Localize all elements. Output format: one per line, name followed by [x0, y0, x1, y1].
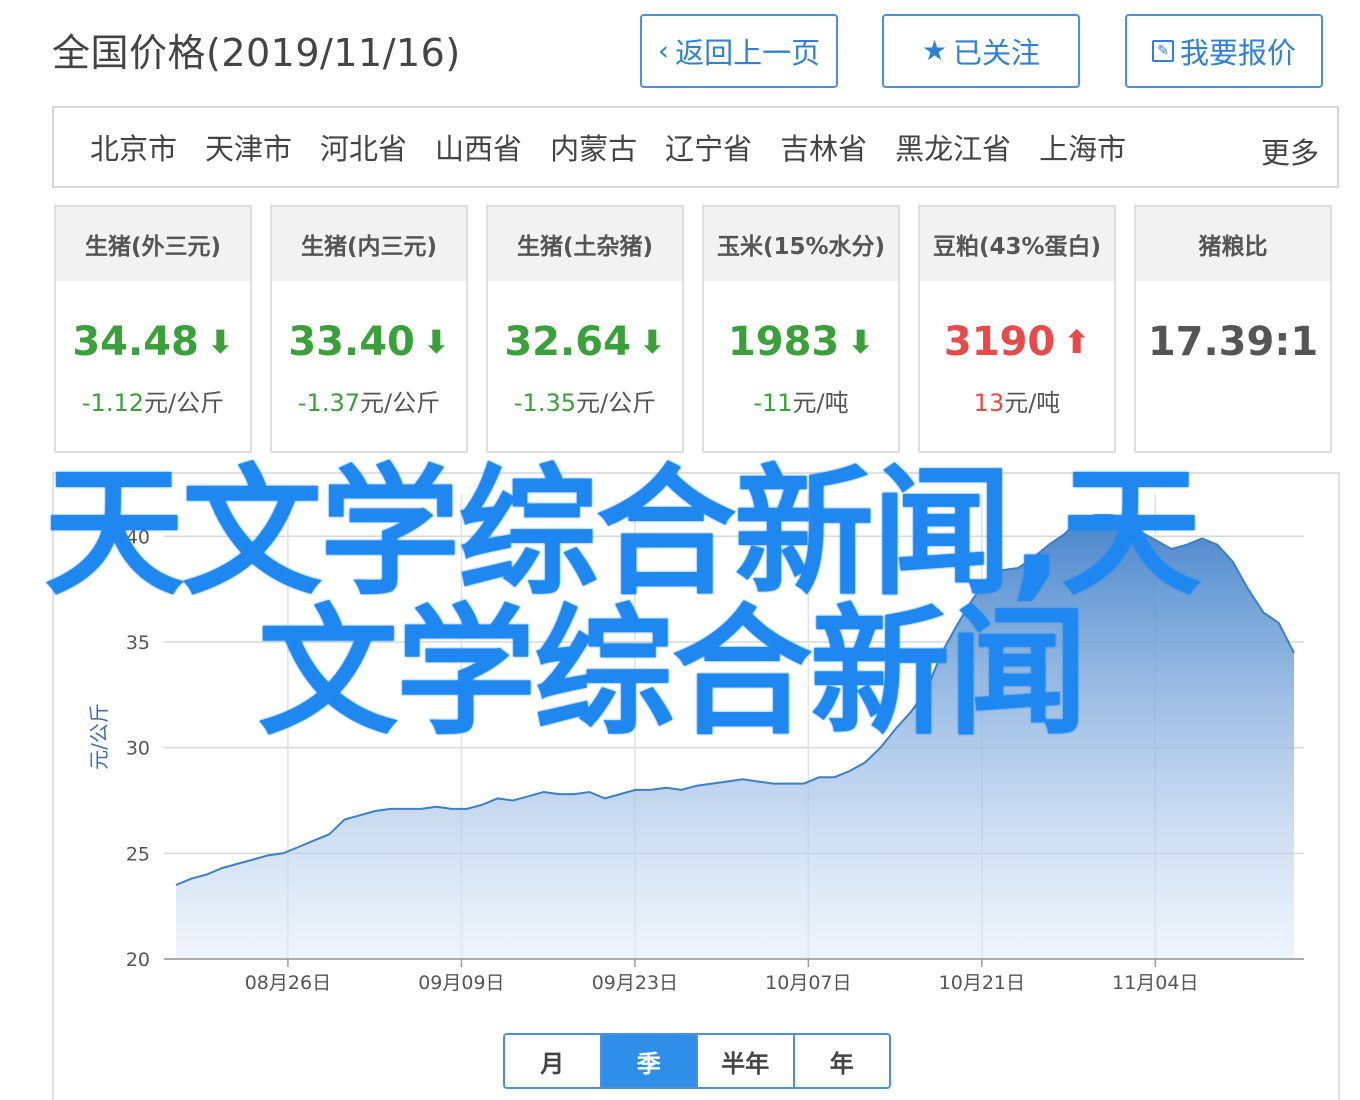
page-title: 全国价格(2019/11/16)	[52, 31, 461, 75]
card-price: 33.40 ⬇	[288, 319, 450, 365]
period-selector: 月 季 半年 年	[503, 1033, 891, 1089]
period-month-button[interactable]: 月	[505, 1035, 602, 1087]
region-item-liaoning[interactable]: 辽宁省	[665, 126, 752, 168]
region-item-shanxi[interactable]: 山西省	[435, 126, 522, 168]
region-item-shanghai[interactable]: 上海市	[1039, 126, 1126, 168]
price-card-pig-outer[interactable]: 生猪(外三元) 34.48 ⬇ -1.12元/公斤	[54, 205, 252, 453]
report-price-button[interactable]: ✎ 我要报价	[1125, 14, 1323, 88]
card-title: 生猪(外三元)	[56, 207, 250, 281]
price-area-chart: 20 25 30 35 40 08月26日 09月09日 09月23日 10月07日 10月21日…	[87, 494, 1304, 994]
y-axis-label: 元/公斤	[87, 703, 111, 770]
region-item-beijing[interactable]: 北京市	[90, 126, 177, 168]
region-nav: 北京市 天津市 河北省 山西省 内蒙古 辽宁省 吉林省 黑龙江省 上海市 更多	[52, 106, 1339, 188]
card-price: 34.48 ⬇	[72, 319, 234, 365]
card-change: -1.37元/公斤	[297, 389, 441, 417]
star-icon: ★	[921, 34, 948, 67]
card-change: 13元/吨	[973, 389, 1061, 417]
x-tick-label: 08月26日	[245, 972, 331, 994]
y-tick-label: 40	[126, 526, 150, 548]
x-tick-label: 09月23日	[592, 972, 678, 994]
price-chart-panel: 20 25 30 35 40 08月26日 09月09日 09月23日 10月07日 10月21日…	[52, 472, 1340, 1100]
y-tick-label: 30	[126, 738, 150, 760]
chevron-left-icon: ‹	[657, 34, 670, 67]
region-item-hebei[interactable]: 河北省	[320, 126, 407, 168]
x-tick-label: 10月07日	[765, 972, 851, 994]
region-more-link[interactable]: 更多	[1261, 130, 1319, 172]
region-item-tianjin[interactable]: 天津市	[205, 126, 292, 168]
region-item-heilongjiang[interactable]: 黑龙江省	[895, 126, 1011, 168]
card-price: 1983 ⬇	[727, 319, 875, 365]
price-card-soymeal[interactable]: 豆粕(43%蛋白) 3190 ⬆ 13元/吨	[918, 205, 1116, 453]
card-price: 17.39:1	[1147, 319, 1319, 365]
card-title: 猪粮比	[1136, 207, 1330, 281]
card-title: 豆粕(43%蛋白)	[920, 207, 1114, 281]
back-button[interactable]: ‹ 返回上一页	[640, 14, 838, 88]
arrow-down-icon: ⬇	[206, 323, 234, 361]
arrow-down-icon: ⬇	[422, 323, 450, 361]
period-year-button[interactable]: 年	[795, 1035, 890, 1087]
period-halfyear-button[interactable]: 半年	[698, 1035, 795, 1087]
x-tick-label: 10月21日	[939, 972, 1025, 994]
price-card-pig-mixed[interactable]: 生猪(土杂猪) 32.64 ⬇ -1.35元/公斤	[486, 205, 684, 453]
price-card-corn[interactable]: 玉米(15%水分) 1983 ⬇ -11元/吨	[702, 205, 900, 453]
x-tick-label: 11月04日	[1112, 972, 1198, 994]
card-title: 生猪(土杂猪)	[488, 207, 682, 281]
card-price: 32.64 ⬇	[504, 319, 666, 365]
price-card-pig-grain-ratio[interactable]: 猪粮比 17.39:1	[1134, 205, 1332, 453]
back-button-label: 返回上一页	[675, 36, 821, 70]
y-tick-label: 20	[126, 949, 150, 971]
card-change: -11元/吨	[753, 389, 849, 417]
report-button-label: 我要报价	[1179, 36, 1296, 70]
arrow-up-icon: ⬆	[1063, 323, 1091, 361]
y-tick-label: 35	[126, 632, 150, 654]
series-area	[176, 515, 1294, 959]
region-item-neimenggu[interactable]: 内蒙古	[550, 126, 637, 168]
price-card-pig-inner[interactable]: 生猪(内三元) 33.40 ⬇ -1.37元/公斤	[270, 205, 468, 453]
card-title: 玉米(15%水分)	[704, 207, 898, 281]
follow-button-label: 已关注	[953, 36, 1041, 70]
card-title: 生猪(内三元)	[272, 207, 466, 281]
follow-button[interactable]: ★ 已关注	[882, 14, 1080, 88]
edit-icon: ✎	[1151, 40, 1174, 62]
card-price: 3190 ⬆	[943, 319, 1091, 365]
x-tick-label: 09月09日	[418, 972, 504, 994]
card-change: -1.35元/公斤	[513, 389, 657, 417]
arrow-down-icon: ⬇	[638, 323, 666, 361]
y-tick-label: 25	[126, 843, 150, 865]
arrow-down-icon: ⬇	[847, 323, 875, 361]
region-item-jilin[interactable]: 吉林省	[780, 126, 867, 168]
card-change: -1.12元/公斤	[81, 389, 225, 417]
period-season-button[interactable]: 季	[601, 1035, 698, 1087]
